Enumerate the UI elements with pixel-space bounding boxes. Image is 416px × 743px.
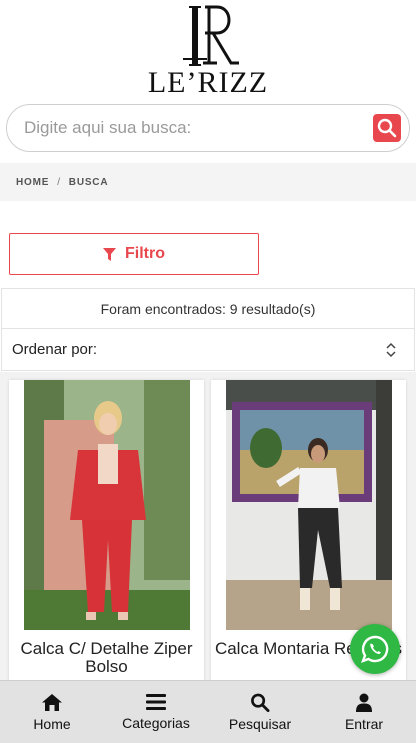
sort-select[interactable]: Ordenar por: [1,328,415,371]
sort-label: Ordenar por: [12,341,98,358]
product-image[interactable] [24,380,190,630]
search-input[interactable] [24,118,373,138]
results-count: Foram encontrados: 9 resultado(s) [1,288,415,329]
product-image[interactable] [226,380,392,630]
whatsapp-button[interactable] [350,624,400,674]
filter-icon [103,247,116,261]
product-name[interactable]: Calca C/ Detalhe Ziper Bolso [9,640,204,676]
product-card[interactable]: Calca C/ Detalhe Ziper Bolso [9,380,204,680]
search-icon [251,693,270,712]
nav-categories[interactable]: Categorias [104,681,208,743]
search-icon [377,118,397,138]
filter-label: Filtro [125,245,165,262]
nav-home-label: Home [33,715,71,732]
home-icon [42,693,62,711]
user-icon [356,693,372,712]
breadcrumb-home[interactable]: HOME [16,177,49,188]
nav-search[interactable]: Pesquisar [208,681,312,743]
menu-icon [146,694,166,710]
brand-logo[interactable]: LE’RIZZ [147,3,269,99]
breadcrumb-current: BUSCA [68,176,109,188]
whatsapp-icon [360,635,389,664]
nav-search-label: Pesquisar [228,715,292,732]
filter-button[interactable]: Filtro [9,233,259,275]
header: LE’RIZZ [0,0,416,100]
logo-monogram-icon [182,5,239,66]
bottom-nav: Home Categorias Pesquisar Entrar [0,680,416,743]
search-bar [6,104,410,152]
breadcrumb: HOME / BUSCA [0,163,416,201]
nav-login-label: Entrar [344,715,384,732]
brand-name: LE’RIZZ [147,66,269,99]
search-button[interactable] [373,114,401,142]
breadcrumb-separator: / [57,176,61,188]
nav-login[interactable]: Entrar [312,681,416,743]
nav-home[interactable]: Home [0,681,104,743]
nav-categories-label: Categorias [122,715,190,731]
sort-arrows-icon [386,342,396,357]
